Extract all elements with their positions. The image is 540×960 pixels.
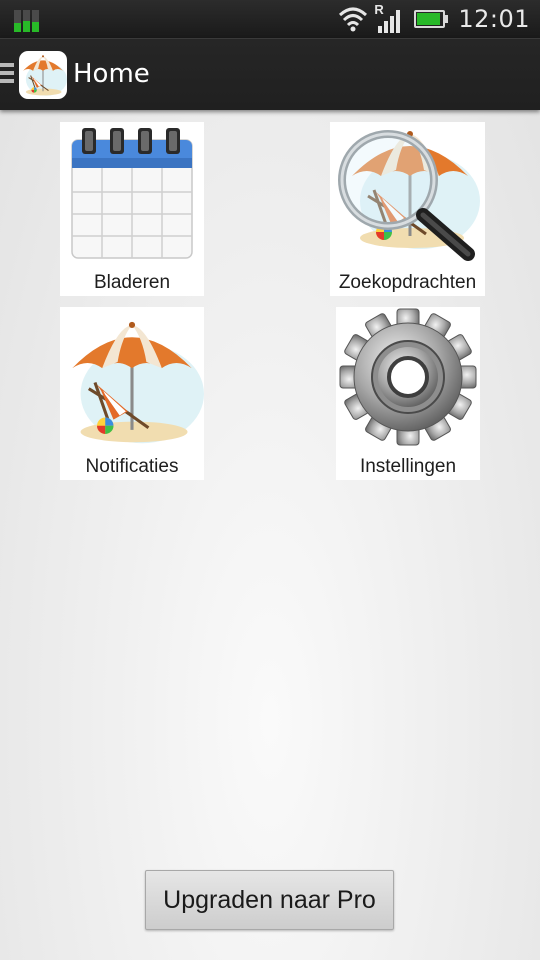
hamburger-icon[interactable]	[0, 63, 14, 85]
menu-item-label: Notificaties	[85, 456, 179, 477]
signal-activity-icon	[14, 8, 42, 32]
wifi-icon	[339, 7, 368, 32]
page-title: Home	[73, 59, 150, 89]
gear-icon	[339, 308, 477, 446]
menu-item-bladeren[interactable]: Bladeren	[60, 122, 204, 296]
upgrade-to-pro-button[interactable]: Upgraden naar Pro	[145, 870, 394, 930]
status-bar: R 12:01	[0, 0, 540, 38]
menu-item-label: Zoekopdrachten	[338, 272, 477, 293]
beach-umbrella-icon[interactable]	[19, 51, 67, 99]
battery-icon	[414, 10, 449, 28]
menu-item-label: Bladeren	[93, 272, 171, 293]
status-clock: 12:01	[458, 5, 530, 33]
menu-item-zoekopdrachten[interactable]: Zoekopdrachten	[330, 122, 485, 296]
calendar-icon	[71, 128, 193, 259]
beach-chair-umbrella-icon	[70, 320, 204, 445]
action-bar: Home	[0, 38, 540, 110]
menu-item-instellingen[interactable]: Instellingen	[336, 307, 480, 480]
magnifier-beach-icon	[338, 129, 482, 261]
menu-item-label: Instellingen	[359, 456, 457, 477]
cell-signal-roaming-icon: R	[374, 2, 406, 34]
menu-item-notificaties[interactable]: Notificaties	[60, 307, 204, 480]
